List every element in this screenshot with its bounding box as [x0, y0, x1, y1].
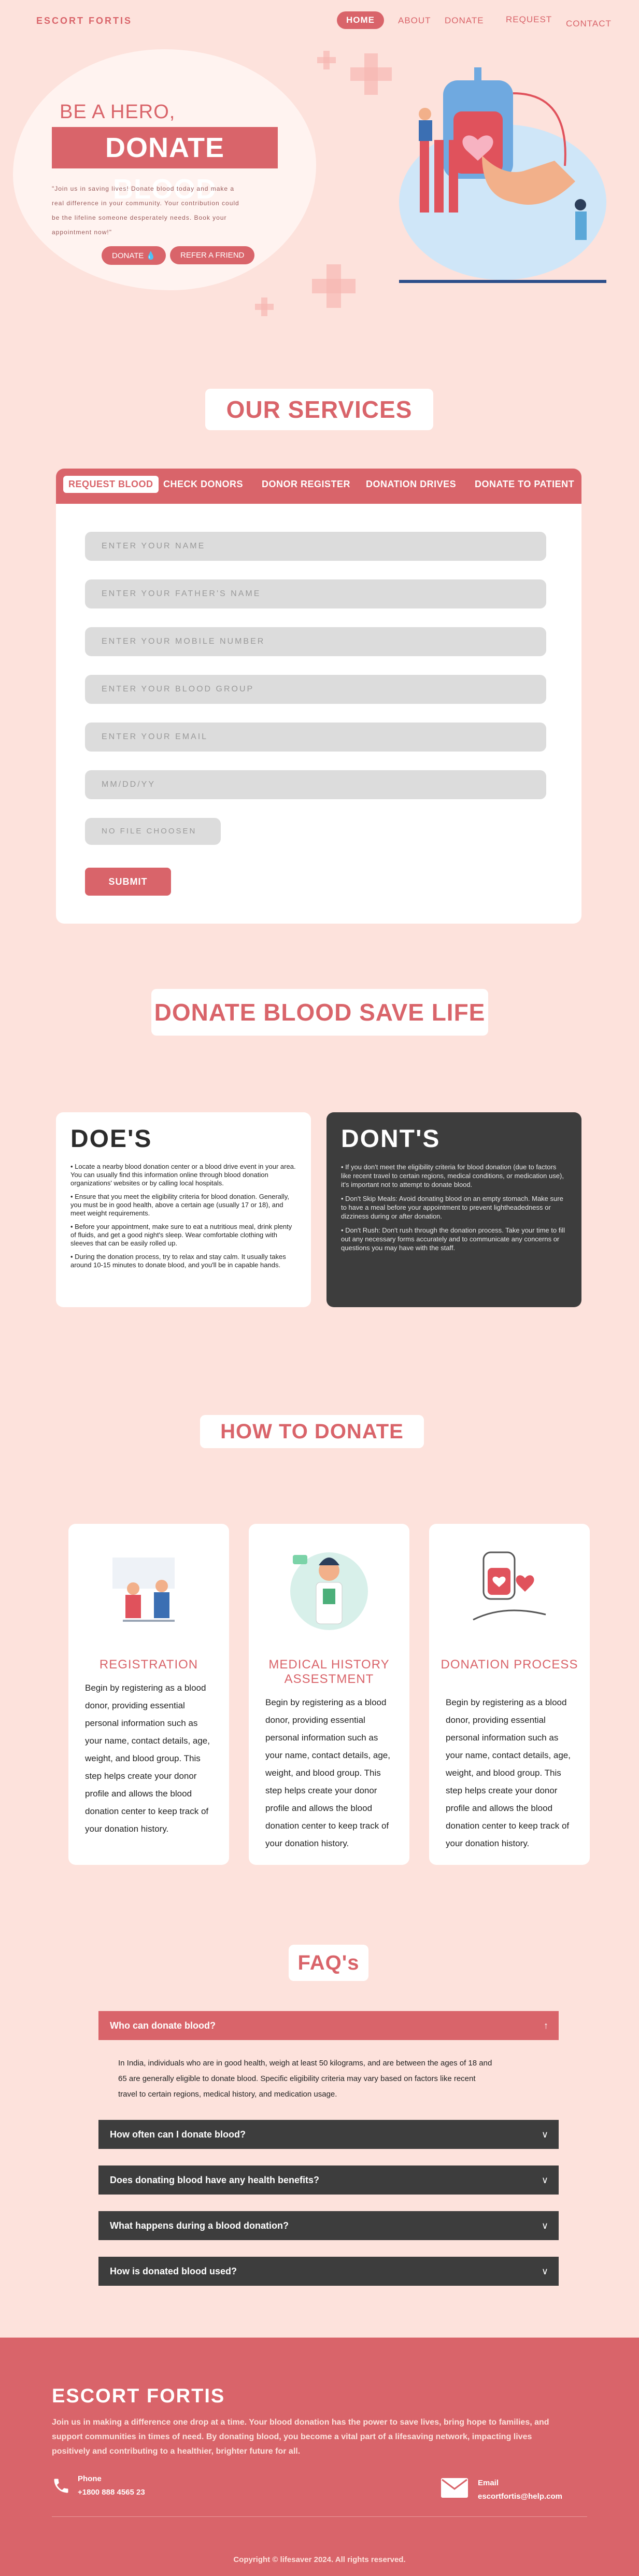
plus-decor: [323, 51, 330, 69]
email-input[interactable]: ENTER YOUR EMAIL: [85, 723, 546, 752]
how-heading: HOW TO DONATE: [200, 1415, 424, 1448]
request-form-card: REQUEST BLOOD CHECK DONORS DONOR REGISTE…: [56, 469, 581, 924]
phone-icon: [54, 2479, 68, 2493]
registration-illustration: [112, 1558, 175, 1622]
mobile-input[interactable]: ENTER YOUR MOBILE NUMBER: [85, 627, 546, 656]
step-title: REGISTRATION: [99, 1658, 198, 1672]
dos-item: • Locate a nearby blood donation center …: [70, 1163, 296, 1187]
step-body: Begin by registering as a blood donor, p…: [85, 1683, 210, 1834]
donts-item: • Don't Rush: Don't rush through the don…: [341, 1226, 565, 1252]
step-body: Begin by registering as a blood donor, p…: [446, 1697, 571, 1848]
faq-item[interactable]: What happens during a blood donation? ∨: [98, 2211, 559, 2240]
faq-question: How often can I donate blood?: [110, 2129, 246, 2140]
father-name-input[interactable]: ENTER YOUR FATHER'S NAME: [85, 579, 546, 608]
doctor-illustration: [290, 1552, 368, 1630]
hero-subtitle: BE A HERO,: [60, 101, 176, 123]
faq-heading: FAQ's: [289, 1945, 368, 1981]
step-body: Begin by registering as a blood donor, p…: [265, 1697, 390, 1848]
dos-item: • During the donation process, try to re…: [70, 1253, 286, 1269]
name-input[interactable]: ENTER YOUR NAME: [85, 532, 546, 561]
faq-question: What happens during a blood donation?: [110, 2220, 289, 2231]
hero-donate-button[interactable]: DONATE 💧: [102, 246, 166, 265]
tab-check-donors[interactable]: CHECK DONORS: [163, 479, 243, 490]
tab-request-blood[interactable]: REQUEST BLOOD: [63, 476, 159, 493]
donts-item: • Don't Skip Meals: Avoid donating blood…: [341, 1195, 563, 1220]
blood-bag-illustration: [473, 1551, 546, 1621]
copyright: Copyright © lifesaver 2024. All rights r…: [233, 2555, 406, 2564]
faq-item[interactable]: How often can I donate blood? ∨: [98, 2120, 559, 2149]
step-card-donation: DONATION PROCESS Begin by registering as…: [429, 1524, 590, 1865]
footer-brand: ESCORT FORTIS: [52, 2385, 225, 2407]
blood-group-input[interactable]: ENTER YOUR BLOOD GROUP: [85, 675, 546, 704]
phone-label: Phone: [78, 2474, 102, 2483]
dos-card: DOE'S • Locate a nearby blood donation c…: [56, 1112, 311, 1307]
donts-item: • If you don't meet the eligibility crit…: [341, 1163, 564, 1188]
nav-home[interactable]: HOME: [337, 11, 384, 29]
faq-item-open[interactable]: Who can donate blood? ↑: [98, 2011, 559, 2040]
mail-icon: [441, 2478, 468, 2498]
drop-icon: 💧: [146, 251, 156, 260]
chevron-up-icon: ↑: [544, 2020, 548, 2031]
nav-contact[interactable]: CONTACT: [566, 19, 612, 29]
refer-friend-button[interactable]: REFER A FRIEND: [170, 246, 255, 264]
donate-label: DONATE: [112, 251, 144, 260]
faq-question: Does donating blood have any health bene…: [110, 2175, 320, 2185]
footer-divider: [52, 2516, 587, 2517]
hero-description: "Join us in saving lives! Donate blood t…: [52, 185, 239, 236]
blood-donation-illustration: [399, 67, 606, 283]
step-title: DONATION PROCESS: [441, 1658, 578, 1672]
tab-donation-drives[interactable]: DONATION DRIVES: [366, 479, 456, 490]
faq-question: How is donated blood used?: [110, 2266, 237, 2276]
phone-number[interactable]: +1800 888 4565 23: [78, 2488, 145, 2497]
faq-question: Who can donate blood?: [110, 2020, 216, 2031]
nav-about[interactable]: ABOUT: [398, 16, 431, 26]
file-input[interactable]: NO FILE CHOOSEN: [85, 818, 221, 845]
faq-item[interactable]: Does donating blood have any health bene…: [98, 2165, 559, 2195]
hero-title: DONATE BLOOD: [52, 127, 278, 205]
tab-donor-register[interactable]: DONOR REGISTER: [262, 479, 350, 490]
chevron-down-icon: ∨: [541, 2266, 548, 2276]
email-address[interactable]: escortfortis@help.com: [478, 2492, 562, 2501]
brand-logo[interactable]: ESCORT FORTIS: [36, 16, 132, 26]
footer: ESCORT FORTIS Join us in making a differ…: [0, 2338, 639, 2576]
chevron-down-icon: ∨: [541, 2129, 548, 2140]
faq-item[interactable]: How is donated blood used? ∨: [98, 2257, 559, 2286]
plus-decor: [261, 298, 267, 316]
chevron-down-icon: ∨: [541, 2175, 548, 2185]
tab-donate-to-patient[interactable]: DONATE TO PATIENT: [475, 479, 574, 490]
plus-decor: [364, 53, 378, 95]
step-title: MEDICAL HISTORY ASSESTMENT: [268, 1658, 390, 1686]
step-card-medical: MEDICAL HISTORY ASSESTMENT Begin by regi…: [249, 1524, 409, 1865]
step-card-registration: REGISTRATION Begin by registering as a b…: [68, 1524, 229, 1865]
email-label: Email: [478, 2479, 499, 2487]
dos-item: • Before your appointment, make sure to …: [70, 1223, 292, 1247]
donts-title: DONT'S: [341, 1125, 441, 1153]
footer-text: Join us in making a difference one drop …: [52, 2418, 549, 2456]
plus-decor: [326, 264, 341, 308]
nav-request[interactable]: REQUEST: [506, 15, 552, 25]
submit-button[interactable]: SUBMIT: [85, 868, 171, 896]
chevron-down-icon: ∨: [541, 2220, 548, 2231]
dos-item: • Ensure that you meet the eligibility c…: [70, 1193, 289, 1217]
nav-donate[interactable]: DONATE: [445, 16, 484, 26]
save-life-heading: DONATE BLOOD SAVE LIFE: [151, 989, 488, 1036]
faq-answer: In India, individuals who are in good he…: [118, 2059, 492, 2099]
service-tabs: REQUEST BLOOD CHECK DONORS DONOR REGISTE…: [56, 469, 581, 504]
date-input[interactable]: MM/DD/YY: [85, 770, 546, 799]
services-heading: OUR SERVICES: [205, 389, 433, 430]
donts-card: DONT'S • If you don't meet the eligibili…: [326, 1112, 581, 1307]
dos-title: DOE'S: [70, 1125, 152, 1153]
